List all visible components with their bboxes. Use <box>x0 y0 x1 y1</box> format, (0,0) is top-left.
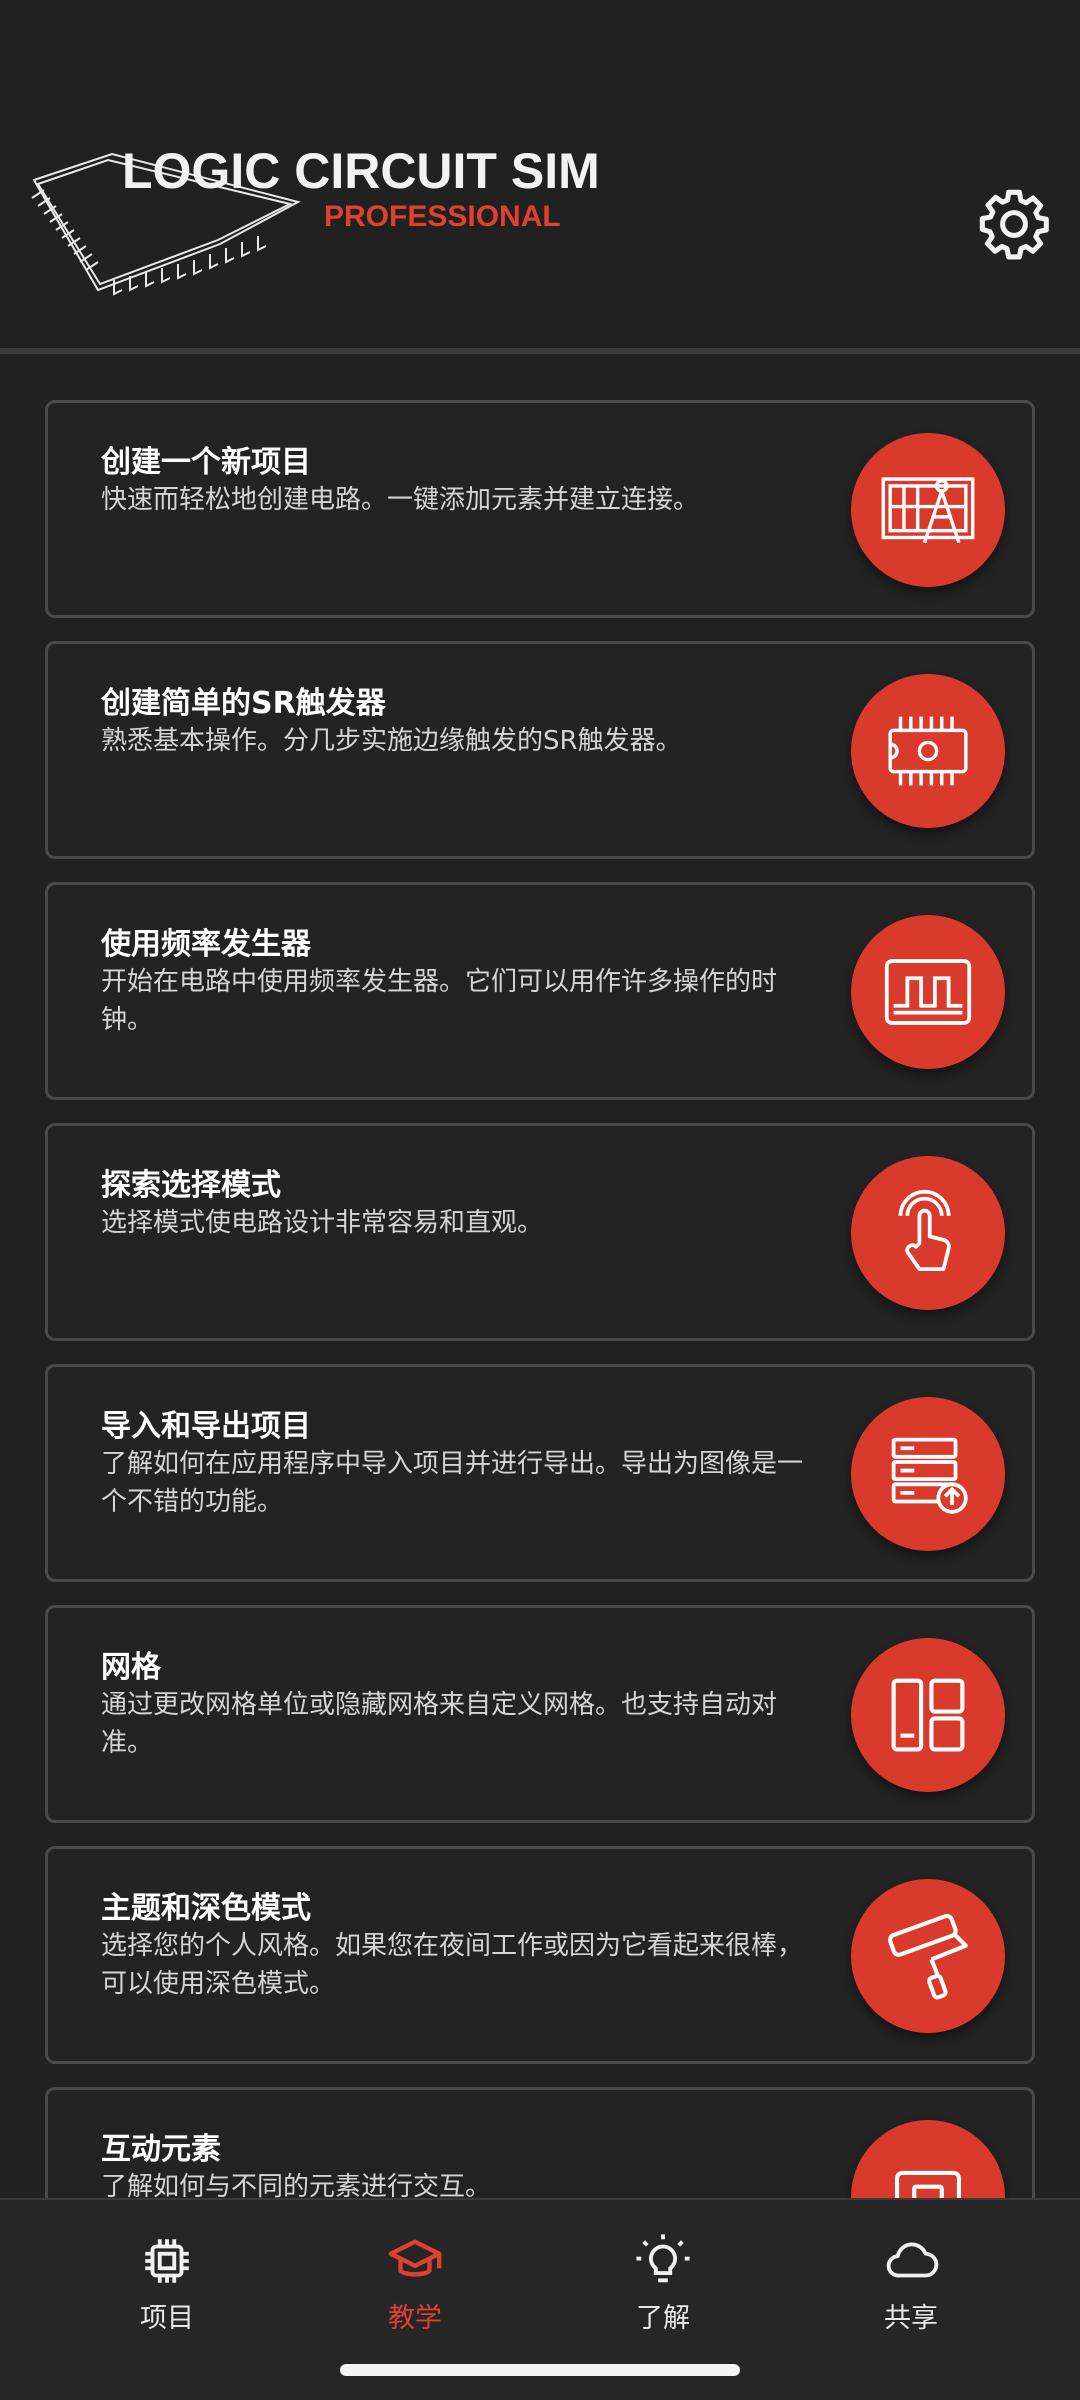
gear-icon <box>979 189 1049 260</box>
tutorial-list[interactable]: 创建一个新项目 快速而轻松地创建电路。一键添加元素并建立连接。 创建简单的SR触… <box>0 354 1080 2200</box>
card-description: 了解如何在应用程序中导入项目并进行导出。导出为图像是一个不错的功能。 <box>101 1449 804 1517</box>
chip-icon <box>145 2239 189 2283</box>
card-title: 使用频率发生器 <box>101 927 311 962</box>
nav-label: 共享 <box>884 2303 938 2334</box>
card-title: 导入和导出项目 <box>101 1409 311 1444</box>
card-icon-circle <box>851 433 1005 587</box>
tutorial-card-frequency-generator[interactable]: 使用频率发生器 开始在电路中使用频率发生器。它们可以用作许多操作的时钟。 <box>45 882 1035 1100</box>
card-title: 创建简单的SR触发器 <box>101 686 386 721</box>
card-icon-circle <box>851 1879 1005 2033</box>
button-element-icon <box>895 2170 961 2200</box>
lightbulb-icon <box>636 2234 690 2283</box>
card-description: 了解如何与不同的元素进行交互。 <box>101 2172 492 2200</box>
tutorial-card-interactive-elements[interactable]: 互动元素 了解如何与不同的元素进行交互。 <box>45 2087 1035 2200</box>
blueprint-compass-icon <box>881 477 975 544</box>
nav-label: 项目 <box>140 2303 194 2334</box>
nav-item-learn[interactable]: 了解 <box>563 2232 763 2342</box>
tutorial-card-selection-mode[interactable]: 探索选择模式 选择模式使电路设计非常容易和直观。 <box>45 1123 1035 1341</box>
tap-hand-icon <box>898 1189 951 1271</box>
card-title: 网格 <box>101 1650 161 1685</box>
card-icon-circle <box>851 1397 1005 1551</box>
app-header: LOGIC CIRCUIT SIM PROFESSIONAL <box>0 0 1080 354</box>
home-indicator[interactable] <box>340 2364 740 2376</box>
card-icon-circle <box>851 915 1005 1069</box>
card-icon-circle <box>851 674 1005 828</box>
cloud-icon <box>886 2242 939 2278</box>
nav-item-tutorials[interactable]: 教学 <box>315 2232 515 2342</box>
card-title: 主题和深色模式 <box>101 1891 311 1926</box>
square-wave-icon <box>884 959 972 1025</box>
card-title: 探索选择模式 <box>101 1168 281 1203</box>
app-logo: LOGIC CIRCUIT SIM PROFESSIONAL <box>28 140 600 300</box>
app-subtitle: PROFESSIONAL <box>324 200 561 233</box>
paint-roller-icon <box>888 1913 968 2000</box>
tutorial-card-new-project[interactable]: 创建一个新项目 快速而轻松地创建电路。一键添加元素并建立连接。 <box>45 400 1035 618</box>
card-description: 熟悉基本操作。分几步实施边缘触发的SR触发器。 <box>101 726 682 756</box>
nav-item-projects[interactable]: 项目 <box>67 2232 267 2342</box>
nav-label: 教学 <box>388 2303 442 2334</box>
card-icon-circle <box>851 1156 1005 1310</box>
settings-button[interactable] <box>976 186 1052 262</box>
card-description: 选择模式使电路设计非常容易和直观。 <box>101 1208 544 1238</box>
card-description: 选择您的个人风格。如果您在夜间工作或因为它看起来很棒，可以使用深色模式。 <box>101 1931 804 1999</box>
grid-layout-icon <box>891 1678 965 1752</box>
card-description: 开始在电路中使用频率发生器。它们可以用作许多操作的时钟。 <box>101 967 778 1035</box>
tutorial-card-grid[interactable]: 网格 通过更改网格单位或隐藏网格来自定义网格。也支持自动对准。 <box>45 1605 1035 1823</box>
chip-icon <box>888 716 968 786</box>
card-description: 快速而轻松地创建电路。一键添加元素并建立连接。 <box>101 485 700 515</box>
server-upload-icon <box>891 1437 968 1514</box>
card-icon-circle <box>851 2120 1005 2200</box>
tutorial-card-sr-flipflop[interactable]: 创建简单的SR触发器 熟悉基本操作。分几步实施边缘触发的SR触发器。 <box>45 641 1035 859</box>
card-title: 创建一个新项目 <box>101 445 311 480</box>
app-title: LOGIC CIRCUIT SIM <box>122 143 600 199</box>
card-icon-circle <box>851 1638 1005 1792</box>
card-description: 通过更改网格单位或隐藏网格来自定义网格。也支持自动对准。 <box>101 1690 778 1758</box>
graduation-cap-icon <box>388 2239 442 2277</box>
nav-label: 了解 <box>636 2303 690 2334</box>
card-title: 互动元素 <box>101 2132 221 2167</box>
tutorial-card-theme[interactable]: 主题和深色模式 选择您的个人风格。如果您在夜间工作或因为它看起来很棒，可以使用深… <box>45 1846 1035 2064</box>
nav-item-share[interactable]: 共享 <box>811 2232 1011 2342</box>
tutorial-card-import-export[interactable]: 导入和导出项目 了解如何在应用程序中导入项目并进行导出。导出为图像是一个不错的功… <box>45 1364 1035 1582</box>
